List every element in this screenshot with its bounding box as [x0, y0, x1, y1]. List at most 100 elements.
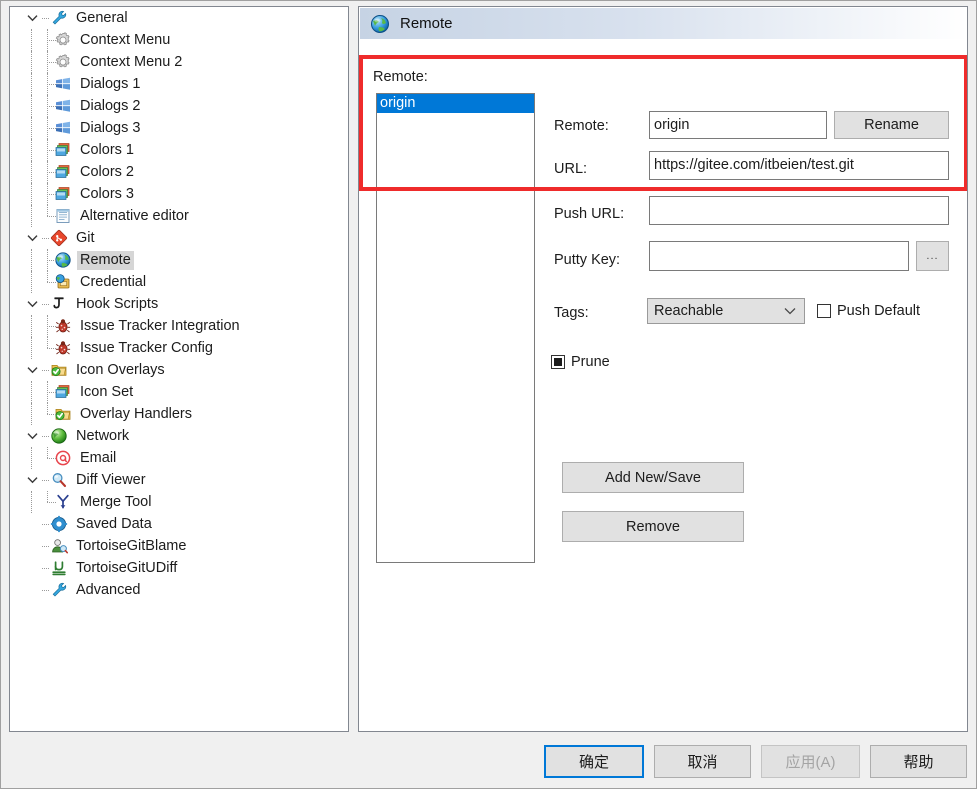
at-icon: [54, 449, 72, 467]
url-input[interactable]: https://gitee.com/itbeien/test.git: [649, 151, 949, 180]
chevron-down-icon[interactable]: [24, 425, 40, 447]
colors-icon: [54, 383, 72, 401]
tree-connector: [40, 535, 50, 557]
tags-select-value: Reachable: [654, 303, 724, 319]
chevron-down-icon[interactable]: [24, 359, 40, 381]
remote-settings-panel: Remote Remote: origin Remote: origin Ren…: [358, 6, 968, 732]
tree-item-email[interactable]: Email: [10, 447, 348, 469]
tree-connector: [24, 491, 40, 513]
push-default-checkbox[interactable]: Push Default: [817, 303, 920, 319]
tree-item-dialogs-1[interactable]: Dialogs 1: [10, 73, 348, 95]
tree-item-hook-scripts[interactable]: Hook Scripts: [10, 293, 348, 315]
tree-connector: [24, 315, 40, 337]
tree-item-label: Diff Viewer: [76, 471, 146, 488]
settings-dialog: General Context Menu Context Menu 2 Dialogs…: [0, 0, 977, 789]
tree-item-context-menu[interactable]: Context Menu: [10, 29, 348, 51]
tree-item-git[interactable]: Git: [10, 227, 348, 249]
tree-item-alternative-editor[interactable]: Alternative editor: [10, 205, 348, 227]
tree-connector: [40, 95, 56, 117]
browse-putty-key-button[interactable]: ...: [916, 241, 949, 271]
tree-item-icon-set[interactable]: Icon Set: [10, 381, 348, 403]
wrench-icon: [50, 581, 68, 599]
tree-item-label: Icon Overlays: [76, 361, 165, 378]
globe-icon: [370, 14, 390, 34]
tree-item-colors-2[interactable]: Colors 2: [10, 161, 348, 183]
remote-name-input[interactable]: origin: [649, 111, 827, 139]
bug-icon: [54, 317, 72, 335]
remove-button[interactable]: Remove: [562, 511, 744, 542]
tree-connector: [40, 469, 50, 491]
tree-item-issue-tracker-config[interactable]: Issue Tracker Config: [10, 337, 348, 359]
udiff-icon: [50, 559, 68, 577]
chevron-down-icon[interactable]: [24, 293, 40, 315]
tree-item-merge-tool[interactable]: Merge Tool: [10, 491, 348, 513]
tree-connector: [40, 425, 50, 447]
merge-icon: [54, 493, 72, 511]
tree-item-label: Colors 2: [80, 163, 134, 180]
remote-list-item[interactable]: origin: [377, 94, 534, 113]
remote-listbox[interactable]: origin: [376, 93, 535, 563]
folder-check-icon: [50, 361, 68, 379]
tree-connector: [24, 337, 40, 359]
tags-select[interactable]: Reachable: [647, 298, 805, 324]
notepad-icon: [54, 207, 72, 225]
apply-button[interactable]: 应用(A): [761, 745, 860, 778]
push-url-input[interactable]: [649, 196, 949, 225]
tree-item-label: Dialogs 1: [80, 75, 141, 92]
ok-button[interactable]: 确定: [544, 745, 644, 778]
checkbox-box-icon: [817, 304, 831, 318]
tree-connector: [24, 183, 40, 205]
cancel-button[interactable]: 取消: [654, 745, 751, 778]
tree-connector: [40, 227, 50, 249]
tree-item-label: General: [76, 9, 128, 26]
tree-item-issue-tracker-integration[interactable]: Issue Tracker Integration: [10, 315, 348, 337]
settings-tree[interactable]: General Context Menu Context Menu 2 Dialogs…: [9, 6, 349, 732]
tree-connector: [40, 557, 50, 579]
tree-item-diff-viewer[interactable]: Diff Viewer: [10, 469, 348, 491]
tree-item-network[interactable]: Network: [10, 425, 348, 447]
chevron-down-icon[interactable]: [24, 227, 40, 249]
bug-icon: [54, 339, 72, 357]
tree-connector: [40, 513, 50, 535]
tree-connector: [40, 315, 56, 337]
chevron-down-icon: [784, 303, 796, 319]
tree-item-advanced[interactable]: Advanced: [10, 579, 348, 601]
checkbox-indeterminate-icon: [551, 355, 565, 369]
tree-item-dialogs-3[interactable]: Dialogs 3: [10, 117, 348, 139]
tree-connector: [24, 139, 40, 161]
tree-item-credential[interactable]: Credential: [10, 271, 348, 293]
gear-icon: [54, 31, 72, 49]
tree-connector: [40, 403, 56, 425]
tree-item-general[interactable]: General: [10, 7, 348, 29]
tree-item-label: Colors 1: [80, 141, 134, 158]
tree-connector: [40, 249, 56, 271]
tree-connector: [40, 139, 56, 161]
tree-item-icon-overlays[interactable]: Icon Overlays: [10, 359, 348, 381]
rename-button[interactable]: Rename: [834, 111, 949, 139]
tree-item-tortoisegitblame[interactable]: TortoiseGitBlame: [10, 535, 348, 557]
help-button[interactable]: 帮助: [870, 745, 967, 778]
remote-name-label: Remote:: [554, 118, 609, 134]
prune-checkbox[interactable]: Prune: [551, 354, 610, 370]
tree-item-colors-3[interactable]: Colors 3: [10, 183, 348, 205]
tree-item-saved-data[interactable]: Saved Data: [10, 513, 348, 535]
putty-key-input[interactable]: [649, 241, 909, 271]
tree-item-remote[interactable]: Remote: [10, 249, 348, 271]
chevron-down-icon[interactable]: [24, 469, 40, 491]
chevron-down-icon[interactable]: [24, 7, 40, 29]
add-new-save-button[interactable]: Add New/Save: [562, 462, 744, 493]
tree-item-tortoisegitudiff[interactable]: TortoiseGitUDiff: [10, 557, 348, 579]
tree-item-context-menu-2[interactable]: Context Menu 2: [10, 51, 348, 73]
tree-item-colors-1[interactable]: Colors 1: [10, 139, 348, 161]
tree-item-dialogs-2[interactable]: Dialogs 2: [10, 95, 348, 117]
prune-label: Prune: [571, 354, 610, 370]
tree-item-overlay-handlers[interactable]: Overlay Handlers: [10, 403, 348, 425]
